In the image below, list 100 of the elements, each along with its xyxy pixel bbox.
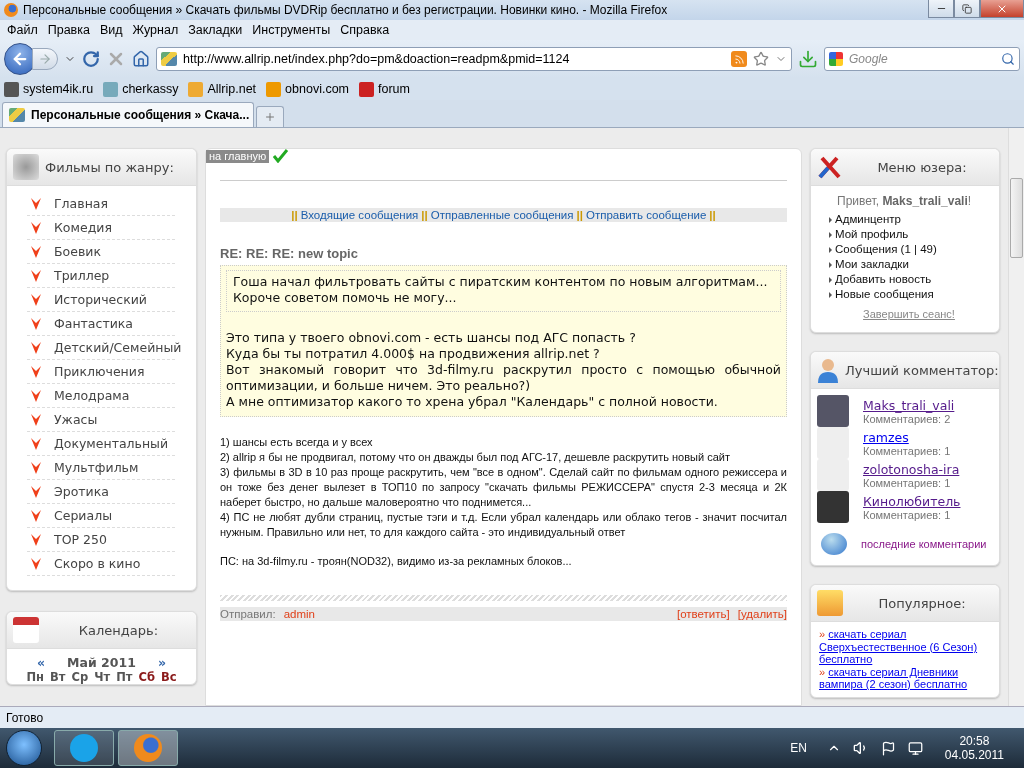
genre-link[interactable]: Ужасы (54, 412, 98, 427)
genre-link[interactable]: Главная (54, 196, 108, 211)
commenter-link[interactable]: ramzes (863, 429, 951, 445)
next-month-link[interactable]: » (157, 655, 166, 670)
address-field[interactable]: http://www.allrip.net/index.php?do=pm&doaction=readpm&pmid=1124 (156, 47, 792, 71)
genre-link[interactable]: Исторический (54, 292, 147, 307)
sender-link[interactable]: admin (283, 608, 315, 620)
genre-link[interactable]: Приключения (54, 364, 145, 379)
weekday-label: Пн (26, 670, 45, 684)
menu-item[interactable]: Вид (94, 23, 128, 37)
bookmark-link[interactable]: forum (359, 81, 410, 97)
popular-link[interactable]: » скачать сериал Дневники вампира (2 сезон) бесплатно (819, 665, 991, 691)
genre-link[interactable]: Сериалы (54, 508, 112, 523)
menu-item[interactable]: Правка (42, 23, 95, 37)
flag-icon[interactable] (880, 740, 896, 756)
genre-link[interactable]: Комедия (54, 220, 112, 235)
menu-item[interactable]: Файл (2, 23, 43, 37)
clock[interactable]: 20:58 04.05.2011 (944, 734, 1004, 762)
commenter-link[interactable]: Кинолюбитель (863, 493, 961, 509)
quote-text: А мне оптимизатор какого то хрена убрал "Календарь" с полной новости. (226, 394, 719, 410)
weekday-label: Чт (94, 670, 111, 684)
home-button[interactable] (132, 50, 150, 68)
genre-link[interactable]: Мелодрама (54, 388, 130, 403)
user-menu-link[interactable]: Админцентр (829, 212, 989, 227)
chevron-icon (31, 341, 41, 354)
menu-item[interactable]: Справка (335, 23, 395, 37)
new-tab-button[interactable] (256, 106, 284, 127)
chevron-icon (31, 509, 41, 522)
menu-item[interactable]: Закладки (183, 23, 248, 37)
browser-tab[interactable]: Персональные сообщения » Скача... (2, 102, 254, 127)
logout-link[interactable]: Завершить сеанс! (863, 308, 955, 320)
genre-link[interactable]: Фантастика (54, 316, 134, 331)
language-indicator[interactable]: EN (790, 741, 807, 755)
separator-text: || (709, 209, 716, 221)
reply-text: ПС: на 3d-filmy.ru - троян(NOD32), видимо из-за рекламных блоков... (220, 554, 573, 569)
genre-link[interactable]: Документальный (54, 436, 169, 451)
search-icon[interactable] (1001, 52, 1015, 66)
minimize-button[interactable] (928, 0, 954, 18)
comment-count: Комментариев: 1 (863, 476, 952, 489)
quote-text: Вот знакомый говорит что 3d-filmy.ru раскрутил просто с помощью обычной оптимизации, и больше ничем. Это реально?) (226, 362, 781, 394)
panel-title: Календарь: (77, 622, 160, 638)
comment-count: Комментариев: 1 (863, 444, 951, 457)
star-icon[interactable] (753, 51, 769, 67)
genre-link[interactable]: Мультфильм (54, 460, 139, 475)
reply-text: 3) фильмы в 3D в 10 раз проще раскрутить, чем "все в одном". Сделай сайт по фильмам одного режиссера и он тоже без денег вылезет в ТОП10 по запросу "скачать фильмы РЕЖИССЕРА" спустя 2-3 месяца и 2К наберет быстро, но дальше маловероятно что поднимется... (220, 465, 787, 510)
weekday-label: Вс (160, 670, 177, 684)
search-field[interactable]: Google (824, 47, 1020, 71)
user-menu-link[interactable]: Мой профиль (829, 227, 989, 242)
quote-text: Короче советом помочь не могу... (233, 290, 458, 306)
user-menu-link[interactable]: Новые сообщения (829, 287, 989, 302)
message-nav-link[interactable]: Отправленные сообщения (430, 209, 574, 221)
menu-item[interactable]: Инструменты (247, 23, 336, 37)
genre-link[interactable]: Боевик (54, 244, 101, 259)
genre-link[interactable]: Скоро в кино (54, 556, 141, 571)
bookmark-link[interactable]: Allrip.net (188, 81, 257, 97)
speech-bubble-icon (821, 533, 847, 555)
action-link[interactable]: [удалить] (737, 608, 787, 620)
avatar-placeholder (817, 395, 849, 427)
user-menu-link[interactable]: Сообщения (1 | 49) (829, 242, 989, 257)
close-button[interactable] (980, 0, 1024, 18)
reload-button[interactable] (82, 50, 100, 68)
menu-item[interactable]: Журнал (127, 23, 184, 37)
quote-text: Куда бы ты потратил 4.000$ на продвижения allrip.net ? (226, 346, 601, 362)
scrollbar-thumb[interactable] (1010, 178, 1023, 258)
commenter-link[interactable]: Maks_trali_vali (863, 397, 955, 413)
genre-link[interactable]: Триллер (54, 268, 110, 283)
rss-icon[interactable] (731, 51, 747, 67)
scrollbar[interactable] (1008, 128, 1024, 706)
download-button[interactable] (798, 49, 818, 69)
network-icon[interactable] (907, 740, 923, 756)
sender-label: Отправил: (220, 608, 276, 620)
user-menu-link[interactable]: Добавить новость (829, 272, 989, 287)
genre-link[interactable]: Эротика (54, 484, 109, 499)
taskbar-app-button[interactable] (118, 730, 178, 766)
latest-comments-link[interactable]: последние комментарии (861, 538, 987, 550)
chevron-icon (31, 197, 41, 210)
calendar-icon (13, 617, 39, 643)
genre-link[interactable]: Детский/Семейный (54, 340, 182, 355)
chevron-icon (31, 461, 41, 474)
forward-arrow-icon (38, 52, 52, 66)
commenter-link[interactable]: zolotonosha-ira (863, 461, 960, 477)
genre-link[interactable]: TOP 250 (54, 532, 107, 547)
bookmark-link[interactable]: obnovi.com (266, 81, 349, 97)
avatar-placeholder (817, 491, 849, 523)
taskbar-app-button[interactable] (54, 730, 114, 766)
quote-text: Это типа у твоего obnovi.com - есть шансы под АГС попасть ? (226, 330, 637, 346)
avatar-placeholder (817, 427, 849, 459)
bookmark-link[interactable]: system4ik.ru (4, 81, 94, 97)
search-engine-icon (829, 52, 843, 66)
message-nav-link[interactable]: Входящие сообщения (300, 209, 419, 221)
previous-month-link[interactable]: « (37, 655, 46, 670)
user-menu-link[interactable]: Мои закладки (829, 257, 989, 272)
restore-icon (962, 3, 972, 14)
restore-button[interactable] (954, 0, 980, 18)
start-button[interactable] (6, 730, 42, 766)
chevron-icon (31, 533, 41, 546)
action-link[interactable]: [ответить] (677, 608, 730, 620)
message-nav-link[interactable]: Отправить сообщение (585, 209, 707, 221)
bookmark-link[interactable]: cherkassy (103, 81, 179, 97)
chevron-icon (31, 245, 41, 258)
